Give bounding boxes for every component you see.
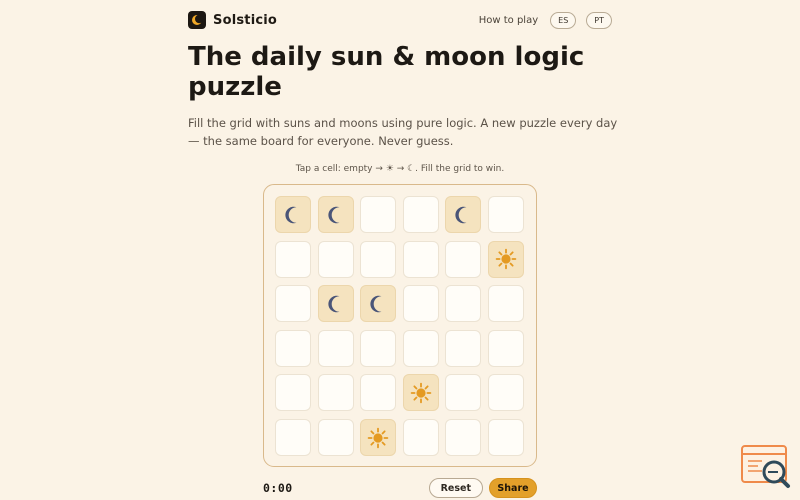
grid-cell[interactable] [360,196,397,233]
grid-cell[interactable] [275,285,311,323]
grid-cell[interactable] [402,419,439,456]
grid-cell[interactable] [360,419,397,456]
grid-cell[interactable] [488,419,524,456]
grid-cell[interactable] [275,196,311,233]
game-actions: Reset Share [428,478,537,498]
how-to-play-link[interactable]: How to play [479,15,538,26]
reset-button[interactable]: Reset [428,478,483,498]
grid-cell[interactable] [275,240,311,278]
game-footer: 0:00 Reset Share [263,478,537,498]
grid-cell[interactable] [360,374,397,412]
grid-cell[interactable] [488,240,524,278]
top-nav: How to play ES PT [479,11,612,29]
grid-cell[interactable] [360,285,397,323]
timer: 0:00 [263,481,293,495]
grid-cell[interactable] [488,329,524,367]
crescent-moon-icon [188,11,206,29]
brand-name: Solsticio [213,12,278,28]
moon-icon [282,204,304,226]
grid-cell[interactable] [445,196,482,233]
grid-cell[interactable] [402,329,439,367]
page-title: The daily sun & moon logic puzzle [188,42,585,102]
grid-cell[interactable] [445,419,482,456]
page-subtitle: Fill the grid with suns and moons using … [188,116,618,148]
sun-icon [495,248,517,270]
grid-cell[interactable] [317,329,354,367]
grid-cell[interactable] [317,240,354,278]
grid-cell[interactable] [317,419,354,456]
site-header: Solsticio How to play ES PT [188,10,612,30]
moon-icon [367,293,389,315]
language-pt-button[interactable]: PT [586,11,612,29]
grid-cell[interactable] [317,374,354,412]
game-hint: Tap a cell: empty → ☀ → ☾. Fill the grid… [295,164,505,174]
grid-cell[interactable] [445,329,482,367]
grid-cell[interactable] [402,240,439,278]
grid-cell[interactable] [402,285,439,323]
grid-cell[interactable] [445,240,482,278]
grid-cell[interactable] [317,196,354,233]
language-es-button[interactable]: ES [550,11,577,29]
grid-cell[interactable] [360,240,397,278]
grid-cell[interactable] [488,285,524,323]
grid-cell[interactable] [275,374,311,412]
brand[interactable]: Solsticio [188,11,277,29]
moon-icon [452,204,474,226]
share-button[interactable]: Share [489,478,537,498]
grid-cell[interactable] [488,196,524,233]
grid-cell[interactable] [275,419,311,456]
grid-cell[interactable] [275,329,311,367]
sun-icon [367,427,389,449]
grid-cell[interactable] [317,285,354,323]
grid-cell[interactable] [360,329,397,367]
grid-cell[interactable] [445,285,482,323]
grid-cell[interactable] [402,374,439,412]
sun-icon [410,382,432,404]
moon-icon [325,293,347,315]
grid-cell[interactable] [488,374,524,412]
moon-icon [325,204,347,226]
grid-cell[interactable] [445,374,482,412]
search-window-icon[interactable] [740,444,792,490]
grid-cell[interactable] [402,196,439,233]
puzzle-board [263,184,537,467]
